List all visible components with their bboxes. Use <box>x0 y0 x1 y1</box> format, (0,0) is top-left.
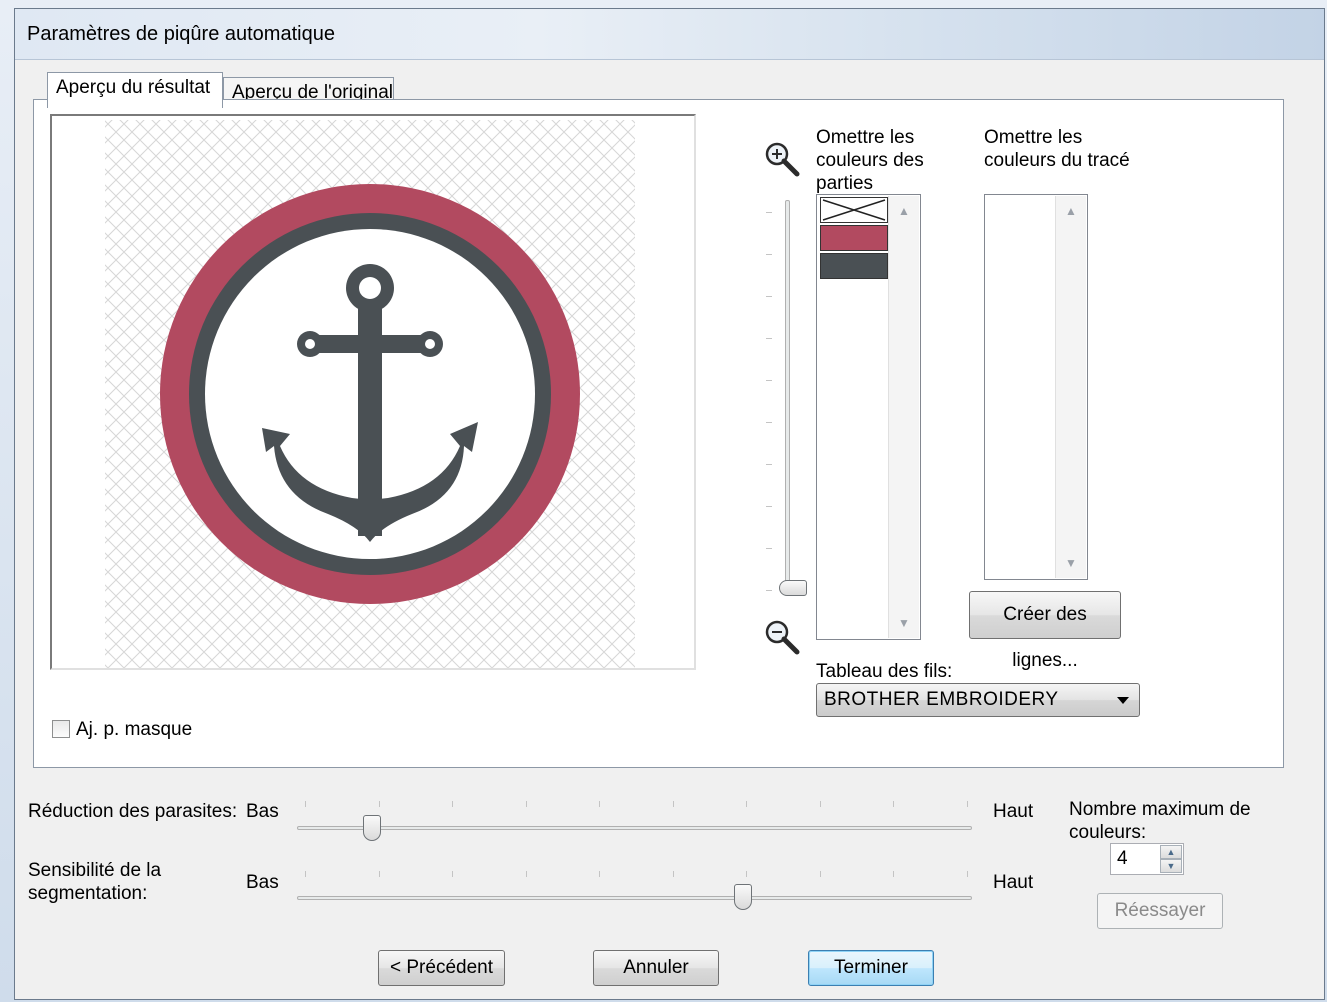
spin-up-icon[interactable]: ▲ <box>1160 845 1182 859</box>
max-colors-label-line2: couleurs: <box>1069 822 1147 843</box>
omit-parts-heading-line1: Omettre les <box>816 127 915 148</box>
omit-parts-scrollbar[interactable]: ▲ ▼ <box>888 196 919 638</box>
slider-tick <box>378 801 380 807</box>
spin-down-icon[interactable]: ▼ <box>1160 859 1182 873</box>
slider-tick <box>452 871 453 877</box>
previous-button[interactable]: < Précédent <box>378 950 505 986</box>
segmentation-track[interactable] <box>297 896 972 900</box>
finish-button[interactable]: Terminer <box>808 950 934 986</box>
omit-outline-heading-line2: couleurs du tracé <box>984 150 1130 171</box>
slider-tick <box>305 801 306 807</box>
max-colors-value[interactable]: 4 <box>1117 848 1128 870</box>
segmentation-label-line2: segmentation: <box>28 883 148 904</box>
slider-tick <box>746 801 747 807</box>
slider-tick <box>452 801 453 807</box>
omit-parts-heading-line2: couleurs des <box>816 150 924 171</box>
zoom-tick <box>766 296 772 297</box>
omit-parts-listbox[interactable]: ▲ ▼ <box>816 194 921 640</box>
scroll-down-icon[interactable]: ▼ <box>889 616 919 630</box>
mask-checkbox-label: Aj. p. masque <box>76 719 193 740</box>
zoom-tick <box>766 212 772 213</box>
noise-high-label: Haut <box>993 801 1034 822</box>
no-color-icon <box>822 199 886 221</box>
segmentation-high-label: Haut <box>993 872 1034 893</box>
window-title: Paramètres de piqûre automatique <box>27 23 335 45</box>
thread-table-label: Tableau des fils: <box>816 661 953 682</box>
noise-reduction-track[interactable] <box>297 826 972 830</box>
zoom-tick <box>766 422 772 423</box>
scroll-up-icon[interactable]: ▲ <box>1056 204 1086 218</box>
zoom-tick <box>766 506 772 507</box>
slider-tick <box>525 801 527 807</box>
noise-reduction-thumb[interactable] <box>362 815 381 841</box>
swatch-no-color[interactable] <box>820 197 888 223</box>
max-colors-spinner[interactable]: 4 ▲ ▼ <box>1110 843 1184 875</box>
swatch-red[interactable] <box>820 225 888 251</box>
preview-image <box>105 120 635 668</box>
slider-tick <box>672 871 674 877</box>
zoom-tick <box>766 254 772 255</box>
thread-table-select[interactable]: BROTHER EMBROIDERY <box>816 683 1140 717</box>
zoom-tick <box>766 464 772 465</box>
zoom-tick <box>766 380 772 381</box>
zoom-tick <box>766 590 772 591</box>
zoom-slider-track[interactable] <box>785 200 790 590</box>
tab-result-preview[interactable]: Aperçu du résultat <box>47 72 223 108</box>
segmentation-low-label: Bas <box>246 872 279 893</box>
create-lines-button[interactable]: Créer des lignes... <box>969 591 1121 671</box>
slider-tick <box>378 871 380 877</box>
noise-reduction-label: Réduction des parasites: <box>28 801 238 822</box>
max-colors-label-line1: Nombre maximum de <box>1069 799 1251 820</box>
noise-low-label: Bas <box>246 801 279 822</box>
zoom-tick <box>766 548 772 549</box>
slider-tick <box>893 801 894 807</box>
slider-tick <box>525 871 527 877</box>
chevron-down-icon <box>1117 697 1129 704</box>
retry-button[interactable]: Réessayer <box>1097 893 1223 929</box>
slider-tick <box>599 871 600 877</box>
title-bar: Paramètres de piqûre automatique <box>15 9 1324 60</box>
zoom-out-icon[interactable] <box>763 618 803 658</box>
slider-tick <box>746 871 747 877</box>
slider-tick <box>966 871 968 877</box>
slider-tick <box>672 801 674 807</box>
result-preview-canvas <box>50 114 696 670</box>
segmentation-label-line1: Sensibilité de la <box>28 860 162 881</box>
zoom-slider-thumb[interactable] <box>779 580 807 596</box>
slider-tick <box>893 871 894 877</box>
omit-outline-heading-line1: Omettre les <box>984 127 1083 148</box>
zoom-in-icon[interactable] <box>763 140 803 180</box>
omit-outline-listbox[interactable]: ▲ ▼ <box>984 194 1088 580</box>
slider-tick <box>819 871 821 877</box>
scroll-up-icon[interactable]: ▲ <box>889 204 919 218</box>
slider-tick <box>305 871 306 877</box>
segmentation-thumb[interactable] <box>734 884 753 910</box>
omit-parts-heading-line3: parties <box>816 173 874 194</box>
cancel-button[interactable]: Annuler <box>593 950 719 986</box>
slider-tick <box>966 801 968 807</box>
slider-tick <box>819 801 821 807</box>
mask-checkbox[interactable] <box>52 720 70 738</box>
swatch-dark-gray[interactable] <box>820 253 888 279</box>
thread-table-selected: BROTHER EMBROIDERY <box>824 689 1059 710</box>
omit-outline-scrollbar[interactable]: ▲ ▼ <box>1055 196 1086 578</box>
slider-tick <box>599 801 600 807</box>
zoom-tick <box>766 338 772 339</box>
scroll-down-icon[interactable]: ▼ <box>1056 556 1086 570</box>
